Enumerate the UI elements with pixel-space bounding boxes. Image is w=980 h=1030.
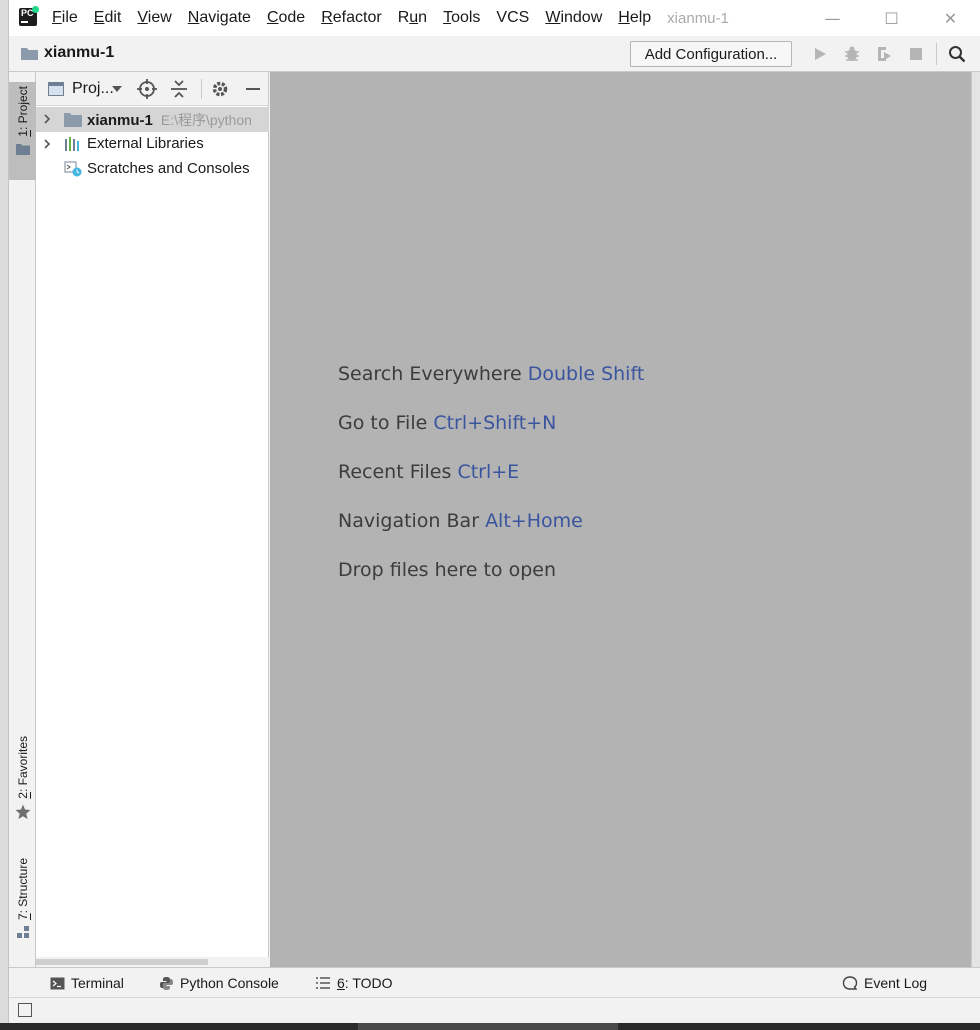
menu-bar: File Edit View Navigate Code Refactor Ru… <box>52 0 729 36</box>
toggle-tool-windows-icon[interactable] <box>18 1003 32 1017</box>
project-panel-header: Proj... <box>36 72 268 106</box>
tree-item-label: External Libraries <box>87 135 204 152</box>
menu-navigate[interactable]: Navigate <box>188 9 251 27</box>
menu-code[interactable]: Code <box>267 9 305 27</box>
tool-tab-event-log[interactable]: Event Log <box>842 975 927 991</box>
gear-icon[interactable] <box>209 78 231 100</box>
shortcut-key: Alt+Home <box>485 510 583 532</box>
menu-refactor[interactable]: Refactor <box>321 9 381 27</box>
tool-tab-label: Terminal <box>71 975 124 991</box>
horizontal-scrollbar[interactable] <box>36 957 269 967</box>
structure-icon <box>16 926 29 939</box>
folder-icon <box>15 143 30 155</box>
chevron-right-icon[interactable] <box>41 138 53 150</box>
tool-tab-label: Event Log <box>864 975 928 991</box>
hide-icon[interactable] <box>242 78 264 100</box>
menu-edit[interactable]: Edit <box>94 9 122 27</box>
tree-item-label: Scratches and Consoles <box>87 160 250 177</box>
menu-tools[interactable]: Tools <box>443 9 480 27</box>
maximize-button[interactable]: ☐ <box>862 0 921 36</box>
tool-tab-label: Python Console <box>180 975 279 991</box>
project-view-selector[interactable]: Proj... <box>72 80 114 98</box>
os-taskbar-edge <box>0 1023 980 1030</box>
search-icon[interactable] <box>941 43 973 65</box>
scratches-icon <box>64 161 82 177</box>
left-tool-strip: 1: Project 2: Favorites 7: Structure <box>9 72 36 967</box>
title-bar: PC File Edit View Navigate Code Refactor… <box>9 0 980 36</box>
tree-item-external-libraries[interactable]: External Libraries <box>36 132 269 157</box>
right-tool-strip <box>971 72 980 967</box>
menu-vcs[interactable]: VCS <box>496 9 529 27</box>
hint-search-everywhere: Search Everywhere Double Shift <box>338 363 645 385</box>
locate-icon[interactable] <box>136 78 158 100</box>
speech-bubble-icon <box>842 975 858 990</box>
tool-tab-terminal[interactable]: Terminal <box>49 975 124 991</box>
shortcut-key: Ctrl+Shift+N <box>433 412 557 434</box>
editor-empty-area[interactable]: Search Everywhere Double Shift Go to Fil… <box>270 72 971 967</box>
toolbar-separator <box>936 43 937 65</box>
shortcut-key: Ctrl+E <box>457 461 520 483</box>
hint-go-to-file: Go to File Ctrl+Shift+N <box>338 412 557 434</box>
run-icon[interactable] <box>804 43 836 65</box>
menu-run[interactable]: Run <box>398 9 427 27</box>
minimize-button[interactable]: — <box>803 0 862 36</box>
python-icon <box>158 976 174 990</box>
debug-icon[interactable] <box>836 43 868 65</box>
stop-icon[interactable] <box>900 43 932 65</box>
tool-tab-project[interactable]: 1: Project <box>9 82 36 180</box>
tree-item-scratches[interactable]: Scratches and Consoles <box>36 157 269 182</box>
folder-icon <box>21 48 38 60</box>
project-tool-window: Proj... xianmu-1 E:\程序\python External Li… <box>36 72 269 967</box>
tool-tab-structure[interactable]: 7: Structure <box>9 858 36 954</box>
scrollbar-thumb[interactable] <box>36 959 208 965</box>
hint-drop-files: Drop files here to open <box>338 559 557 581</box>
add-configuration-button[interactable]: Add Configuration... <box>630 41 792 67</box>
run-toolbar <box>804 43 973 65</box>
navigation-bar: xianmu-1 Add Configuration... <box>9 36 980 72</box>
todo-list-icon <box>315 976 331 990</box>
tool-tab-structure-label: 7: Structure <box>15 858 30 921</box>
tool-tab-favorites-label: 2: Favorites <box>15 736 30 799</box>
collapse-all-icon[interactable] <box>168 78 190 100</box>
tool-tab-project-label: 1: Project <box>15 86 30 137</box>
library-icon <box>65 137 79 151</box>
nav-project-name[interactable]: xianmu-1 <box>44 44 114 62</box>
chevron-down-icon[interactable] <box>112 86 122 92</box>
hint-recent-files: Recent Files Ctrl+E <box>338 461 520 483</box>
menu-view[interactable]: View <box>137 9 171 27</box>
header-separator <box>201 79 202 99</box>
terminal-icon <box>49 976 65 990</box>
status-bar <box>9 997 980 1023</box>
hint-navigation-bar: Navigation Bar Alt+Home <box>338 510 583 532</box>
tool-tab-todo[interactable]: 6: TODO <box>315 975 393 991</box>
close-button[interactable]: ✕ <box>921 0 980 36</box>
menu-file[interactable]: File <box>52 9 78 27</box>
tool-tab-favorites[interactable]: 2: Favorites <box>9 736 36 832</box>
chevron-right-icon[interactable] <box>41 113 53 125</box>
menu-help[interactable]: Help <box>618 9 651 27</box>
window-controls: — ☐ ✕ <box>803 0 980 36</box>
shortcut-key: Double Shift <box>527 363 645 385</box>
background-window-edge <box>0 0 9 1030</box>
star-icon <box>15 804 30 819</box>
tree-item-project-root[interactable]: xianmu-1 E:\程序\python <box>36 107 269 132</box>
taskbar-highlight <box>358 1023 618 1030</box>
tree-item-label: xianmu-1 E:\程序\python <box>87 112 252 129</box>
tool-tab-python-console[interactable]: Python Console <box>158 975 279 991</box>
folder-icon <box>64 113 82 127</box>
bottom-tool-bar: Terminal Python Console 6: TODO Event Lo… <box>9 967 980 997</box>
tree-item-path: E:\程序\python <box>160 112 252 128</box>
pycharm-logo-icon: PC <box>19 6 39 26</box>
menu-window[interactable]: Window <box>545 9 602 27</box>
run-with-coverage-icon[interactable] <box>868 43 900 65</box>
tool-tab-label: 6: TODO <box>337 975 393 991</box>
window-project-title: xianmu-1 <box>667 9 729 27</box>
project-view-icon <box>48 82 64 96</box>
